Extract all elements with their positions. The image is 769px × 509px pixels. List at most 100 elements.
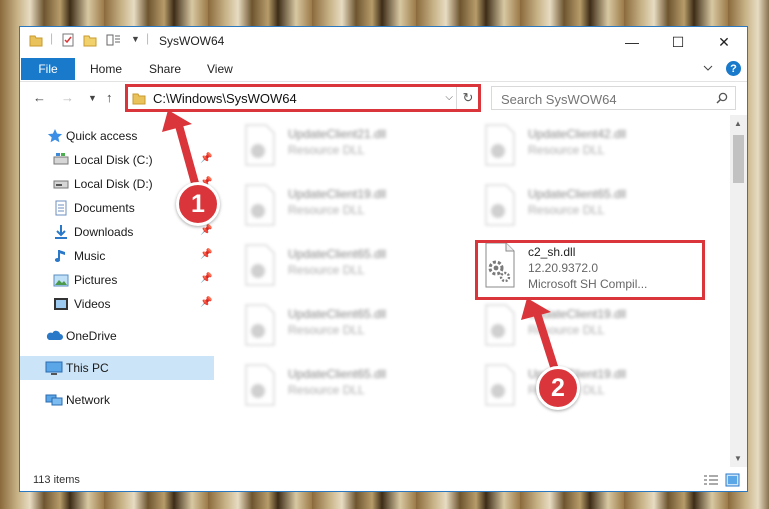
tab-share[interactable]: Share <box>149 62 181 76</box>
large-icons-view-icon[interactable] <box>725 473 741 487</box>
nav-label: Downloads <box>74 225 134 239</box>
scrollbar-thumb[interactable] <box>733 135 744 183</box>
folder-icon[interactable] <box>29 33 43 47</box>
nav-quick-access[interactable]: Quick access <box>20 124 214 148</box>
minimize-button[interactable]: — <box>609 27 655 57</box>
tab-view[interactable]: View <box>207 62 233 76</box>
up-arrow-icon[interactable]: ↑ <box>106 90 113 105</box>
dll-file-icon <box>485 364 515 406</box>
nav-pictures[interactable]: Pictures 📌 <box>20 268 214 292</box>
file-tile[interactable]: UpdateClient19.dll Resource DLL <box>236 181 466 233</box>
file-name: UpdateClient65.dll <box>288 307 387 321</box>
title-bar: | ▼ | SysWOW64 — ☐ ✕ <box>20 27 747 57</box>
file-name: UpdateClient65.dll <box>528 187 627 201</box>
search-box[interactable] <box>491 86 736 111</box>
separator: | <box>50 31 54 45</box>
nav-label: Pictures <box>74 273 118 287</box>
address-highlight-box <box>125 84 481 112</box>
file-tile[interactable]: UpdateClient65.dll Resource DLL <box>476 181 706 233</box>
nav-label: Videos <box>74 297 111 311</box>
dll-file-icon <box>485 184 515 226</box>
file-type: Resource DLL <box>288 323 365 337</box>
search-input[interactable] <box>492 87 713 111</box>
callout-badge-2: 2 <box>536 366 580 410</box>
file-tile[interactable]: UpdateClient19.dll Resource DLL <box>476 301 706 353</box>
cloud-icon <box>46 330 63 340</box>
dll-file-icon <box>245 124 275 166</box>
navigation-pane: Quick access Local Disk (C:) 📌 Local Dis… <box>20 115 214 467</box>
file-type: Resource DLL <box>288 263 365 277</box>
file-tile[interactable]: UpdateClient21.dll Resource DLL <box>236 121 466 173</box>
nav-label: This PC <box>66 361 109 375</box>
back-arrow-icon[interactable]: ← <box>33 90 46 105</box>
dll-file-icon <box>245 244 275 286</box>
dll-file-icon <box>485 124 515 166</box>
nav-this-pc[interactable]: This PC <box>20 356 214 380</box>
maximize-button[interactable]: ☐ <box>655 27 701 57</box>
file-tile[interactable]: UpdateClient19.dll Resource DLL <box>476 361 706 413</box>
nav-label: Documents <box>74 201 135 215</box>
file-type: Resource DLL <box>288 383 365 397</box>
nav-music[interactable]: Music 📌 <box>20 244 214 268</box>
dll-file-icon <box>245 304 275 346</box>
window-title: SysWOW64 <box>159 34 225 48</box>
nav-network[interactable]: Network <box>20 388 214 412</box>
dll-file-icon <box>245 184 275 226</box>
callout-badge-1: 1 <box>176 182 220 226</box>
file-type: Resource DLL <box>288 143 365 157</box>
scroll-down-icon[interactable]: ▼ <box>734 454 742 463</box>
search-icon[interactable] <box>716 92 728 104</box>
new-folder-icon[interactable] <box>83 33 97 47</box>
pin-icon[interactable]: 📌 <box>200 297 212 308</box>
separator: | <box>146 31 150 45</box>
file-name: UpdateClient42.dll <box>528 127 627 141</box>
downloads-icon <box>55 225 67 239</box>
file-name: UpdateClient19.dll <box>288 187 387 201</box>
file-highlight-box <box>475 240 705 300</box>
item-count: 113 items <box>33 474 80 486</box>
close-button[interactable]: ✕ <box>701 27 747 57</box>
chevron-down-icon[interactable]: ▼ <box>131 34 140 44</box>
help-button[interactable]: ? <box>726 61 741 76</box>
forward-arrow-icon[interactable]: → <box>61 90 74 105</box>
videos-icon <box>54 298 68 310</box>
ribbon-tabs: File Home Share View ? <box>20 57 747 82</box>
tab-home[interactable]: Home <box>90 62 122 76</box>
nav-onedrive[interactable]: OneDrive <box>20 324 214 348</box>
properties-icon[interactable] <box>61 33 75 47</box>
recent-locations-icon[interactable]: ▼ <box>88 93 97 103</box>
expand-ribbon-icon[interactable] <box>703 63 713 73</box>
pin-icon[interactable]: 📌 <box>200 153 212 164</box>
file-tile[interactable]: UpdateClient65.dll Resource DLL <box>236 361 466 413</box>
file-type: Resource DLL <box>528 203 605 217</box>
details-view-icon[interactable] <box>703 473 719 487</box>
file-tile[interactable]: UpdateClient42.dll Resource DLL <box>476 121 706 173</box>
file-tile[interactable]: UpdateClient65.dll Resource DLL <box>236 241 466 293</box>
file-type: Resource DLL <box>528 323 605 337</box>
scroll-up-icon[interactable]: ▲ <box>734 119 742 128</box>
pin-icon[interactable]: 📌 <box>200 249 212 260</box>
file-name: UpdateClient65.dll <box>288 247 387 261</box>
nav-videos[interactable]: Videos 📌 <box>20 292 214 316</box>
pin-icon[interactable]: 📌 <box>200 225 212 236</box>
customize-toolbar-icon[interactable] <box>106 33 122 47</box>
tab-file[interactable]: File <box>21 58 75 80</box>
music-icon <box>54 250 65 262</box>
computer-icon <box>45 361 63 375</box>
nav-label: Quick access <box>66 129 138 143</box>
pictures-icon <box>53 274 69 287</box>
file-name: UpdateClient65.dll <box>288 367 387 381</box>
drive-icon <box>53 180 69 189</box>
vertical-scrollbar[interactable]: ▲ ▼ <box>730 115 747 467</box>
star-icon <box>47 129 63 143</box>
file-tile[interactable]: UpdateClient65.dll Resource DLL <box>236 301 466 353</box>
nav-label: Network <box>66 393 111 407</box>
pin-icon[interactable]: 📌 <box>200 273 212 284</box>
drive-icon <box>53 153 69 165</box>
dll-file-icon <box>245 364 275 406</box>
file-name: UpdateClient19.dll <box>528 307 627 321</box>
nav-downloads[interactable]: Downloads 📌 <box>20 220 214 244</box>
nav-label: Music <box>74 249 106 263</box>
nav-local-disk-c[interactable]: Local Disk (C:) 📌 <box>20 148 214 172</box>
documents-icon <box>55 200 67 216</box>
